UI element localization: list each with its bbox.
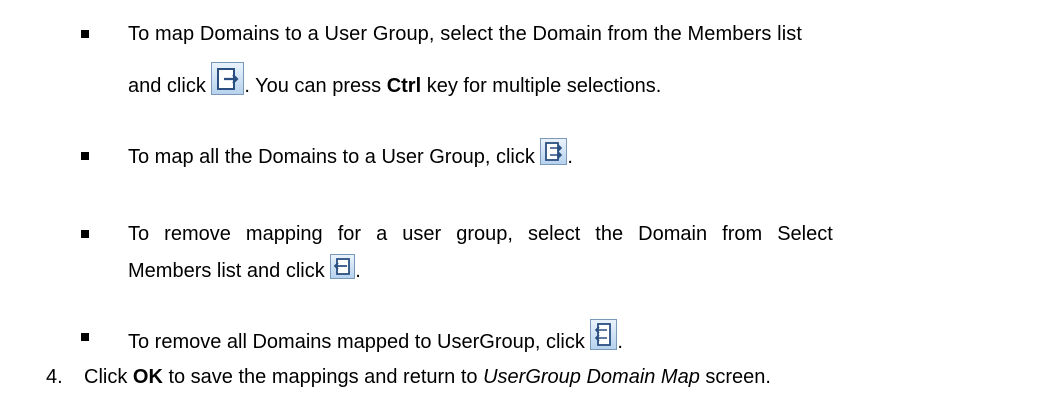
bullet-line: To map Domains to a User Group, select t… [128,23,803,45]
bullet-text: . [355,260,361,282]
bullet-item-remove-selected: To remove mapping for a user group, sele… [128,214,1034,292]
step-text: screen. [699,366,771,388]
bullet-text: To remove all Domains mapped to UserGrou… [128,331,591,353]
ok-bold-text: OK [132,366,163,388]
bullet-item-add-selected: To map Domains to a User Group, select t… [128,14,1034,107]
bullet-text: key for multiple selections. [421,75,662,97]
step-number: 4. [46,366,63,388]
step-4-text: Click OK to save the mappings and return… [84,357,771,398]
bullet-item-add-all: To map all the Domains to a User Group, … [128,136,1034,178]
bullet-line: To map all the Domains to a User Group, … [128,136,1034,178]
bullet-text: and click [128,75,212,97]
bullet-marker [81,152,89,160]
bullet-line: and click . You can press Ctrl key for m… [128,59,1034,107]
bullet-marker [81,30,89,38]
remove-all-icon [590,319,618,350]
bullet-bold-text: Ctrl [386,75,422,97]
bullet-marker [81,230,89,238]
add-all-icon [540,138,568,165]
screen-name-italic: UserGroup Domain Map [483,366,700,388]
add-selected-icon [211,62,245,95]
remove-selected-icon [330,254,356,279]
step-text: to save the mappings and return to [162,366,484,388]
bullet-line: Members list and click . [128,251,1034,292]
bullet-text: . You can press [244,75,387,97]
step-text: Click [84,366,133,388]
bullet-text: To map all the Domains to a User Group, … [128,146,541,168]
bullet-text: . [567,146,573,168]
bullet-text: Members list and click [128,260,331,282]
bullet-text: . [617,331,623,353]
bullet-marker [81,333,89,341]
bullet-line: To remove mapping for a user group, sele… [128,223,833,245]
